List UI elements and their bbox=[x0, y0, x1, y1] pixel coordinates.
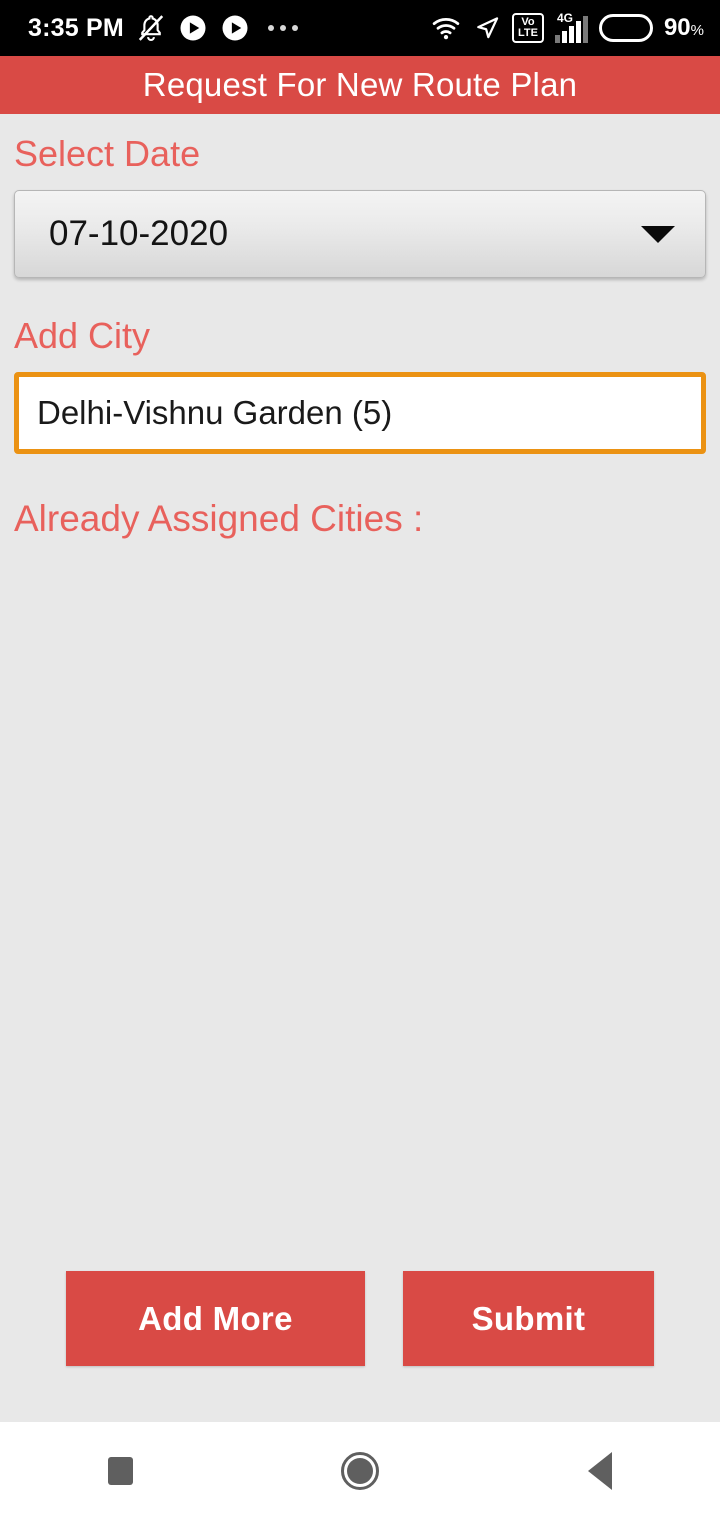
play-circle-icon-2 bbox=[220, 13, 250, 43]
triangle-back-icon bbox=[588, 1452, 612, 1490]
select-date-label: Select Date bbox=[14, 133, 201, 174]
already-assigned-cities-label: Already Assigned Cities : bbox=[14, 498, 424, 539]
battery-percent-value: 90 bbox=[663, 14, 691, 41]
status-bar-left: 3:35 PM bbox=[28, 13, 429, 43]
add-city-input[interactable]: Delhi-Vishnu Garden (5) bbox=[14, 372, 706, 454]
volte-bottom-text: LTE bbox=[517, 27, 538, 39]
location-arrow-icon bbox=[474, 14, 501, 42]
add-city-label: Add City bbox=[14, 315, 151, 356]
date-spinner[interactable]: 07-10-2020 bbox=[14, 190, 706, 278]
signal-bars-icon: 4G bbox=[554, 11, 588, 43]
add-city-input-value: Delhi-Vishnu Garden (5) bbox=[37, 394, 393, 431]
battery-icon bbox=[598, 14, 653, 42]
nav-home-button[interactable] bbox=[240, 1422, 480, 1520]
nav-back-button[interactable] bbox=[480, 1422, 720, 1520]
network-type-label: 4G bbox=[556, 11, 573, 25]
bell-muted-icon bbox=[136, 13, 166, 43]
submit-button[interactable]: Submit bbox=[402, 1271, 654, 1366]
phone-screen: 3:35 PM Vo LTE 4G 90% Request For New Ro… bbox=[0, 0, 720, 1520]
form-content: Select Date 07-10-2020 Add City Delhi-Vi… bbox=[0, 114, 720, 1422]
android-navigation-bar bbox=[0, 1422, 720, 1520]
nav-recents-button[interactable] bbox=[0, 1422, 240, 1520]
battery-percent-symbol: % bbox=[690, 22, 704, 39]
circle-home-icon bbox=[341, 1452, 379, 1490]
square-recents-icon bbox=[107, 1457, 133, 1485]
wifi-icon bbox=[429, 13, 463, 43]
status-bar-right: Vo LTE 4G 90% bbox=[429, 11, 704, 43]
play-circle-icon bbox=[178, 13, 208, 43]
assigned-cities-list bbox=[14, 547, 706, 1271]
add-more-button[interactable]: Add More bbox=[66, 1271, 365, 1366]
app-title-bar: Request For New Route Plan bbox=[0, 56, 720, 114]
battery-percent-label: 90% bbox=[664, 14, 704, 42]
date-spinner-value: 07-10-2020 bbox=[49, 214, 229, 253]
status-bar: 3:35 PM Vo LTE 4G 90% bbox=[0, 0, 720, 56]
page-title: Request For New Route Plan bbox=[142, 66, 578, 103]
overflow-dots-icon bbox=[267, 25, 298, 31]
volte-icon: Vo LTE bbox=[511, 13, 544, 43]
chevron-down-icon bbox=[641, 225, 675, 243]
status-bar-clock: 3:35 PM bbox=[28, 13, 124, 42]
action-button-row: Add More Submit bbox=[14, 1271, 706, 1366]
